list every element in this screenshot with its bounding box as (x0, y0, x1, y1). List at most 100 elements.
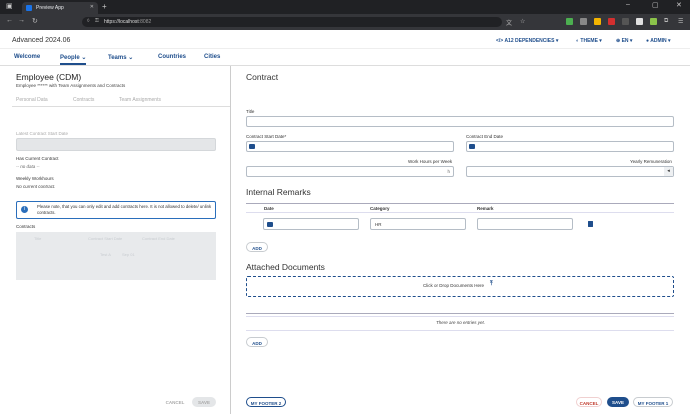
browser-chrome: ▣ Preview App ✕ + – ▢ ✕ ← → ↻ ◊ ⚿ https:… (0, 0, 690, 30)
remarks-header-remark: Remark (477, 206, 494, 211)
address-bar[interactable]: ◊ ⚿ https://localhost:8082 (82, 17, 502, 27)
drop-zone-text: Click or Drop Documents Here (423, 283, 485, 288)
table-header-start: Contract Start Date (88, 236, 123, 241)
main-nav: Welcome People ⌄ Teams ⌄ Countries Citie… (0, 49, 690, 66)
tab-personal-data[interactable]: Personal Data (16, 97, 48, 103)
nav-teams[interactable]: Teams ⌄ (108, 54, 133, 61)
nav-cities[interactable]: Cities (204, 54, 220, 60)
add-document-button[interactable]: ADD (246, 337, 268, 347)
browser-menu-icon[interactable]: ☰ (678, 18, 683, 25)
forward-icon[interactable]: → (18, 17, 25, 24)
tab-team-assignments[interactable]: Team Assignments (119, 97, 161, 103)
chevron-down-icon: ⌄ (128, 55, 134, 61)
close-tab-icon[interactable]: ✕ (90, 4, 94, 10)
user-menu[interactable]: ● ADMIN ▾ (646, 38, 671, 44)
start-date-label: Contract Start Date* (246, 134, 287, 139)
extension-icon[interactable] (594, 18, 601, 25)
extensions-icon[interactable]: ⧉ (664, 18, 668, 25)
latest-contract-field (16, 138, 216, 151)
remuneration-input[interactable]: ◂ (466, 166, 674, 177)
remarks-header-date: Date (264, 206, 274, 211)
has-current-label: Has Current Contract (16, 156, 59, 161)
end-date-input[interactable] (466, 141, 674, 152)
lock-icon: ⚿ (95, 18, 99, 24)
tab-contracts[interactable]: Contracts (73, 97, 94, 103)
new-tab-icon[interactable]: + (102, 2, 107, 11)
latest-contract-label: Latest Contract Start Date (16, 131, 69, 136)
info-box: i Please note, that you can only edit an… (16, 201, 216, 219)
dependencies-menu[interactable]: </> A12 DEPENDENCIES ▾ (496, 38, 558, 44)
hours-unit: h (447, 169, 450, 174)
extension-icon[interactable] (608, 18, 615, 25)
tabs-divider (12, 106, 230, 107)
trash-icon[interactable] (588, 221, 593, 227)
extension-icon[interactable] (622, 18, 629, 25)
contracts-table: Title Contract Start Date Contract End D… (16, 232, 216, 280)
calendar-icon[interactable] (249, 144, 255, 149)
table-header-title: Title (34, 236, 42, 241)
remarks-header-row: Date Category Remark (246, 203, 674, 213)
extension-icon[interactable] (580, 18, 587, 25)
title-input[interactable] (246, 116, 674, 127)
add-remark-button[interactable]: ADD (246, 242, 268, 252)
my-footer-2-button[interactable]: MY FOOTER 2 (246, 397, 286, 407)
end-date-label: Contract End Date (466, 134, 504, 139)
bookmark-star-icon[interactable]: ☆ (520, 18, 525, 25)
extension-icon[interactable] (650, 18, 657, 25)
app-header: Advanced 2024.06 </> A12 DEPENDENCIES ▾ … (0, 30, 690, 49)
url-host: https://localhost (104, 19, 139, 25)
maximize-icon[interactable]: ▢ (652, 1, 659, 9)
employee-subtitle: Employee ****** with Team Assignments an… (16, 83, 126, 88)
remark-text-input[interactable] (477, 218, 573, 230)
table-cell: Test A (100, 252, 111, 257)
documents-table-bottom (246, 330, 674, 331)
window-menu-icon[interactable]: ▣ (6, 2, 13, 10)
my-footer-1-button[interactable]: MY FOOTER 1 (633, 397, 673, 407)
remark-category-select[interactable]: HR (370, 218, 466, 230)
translate-icon[interactable]: 文 (506, 18, 512, 27)
calendar-icon[interactable] (469, 144, 475, 149)
documents-table-divider (246, 316, 674, 317)
drop-zone[interactable]: Click or Drop Documents Here ⤒ (246, 276, 674, 297)
hours-input[interactable]: h (246, 166, 454, 177)
remark-date-input[interactable] (263, 218, 359, 230)
title-label: Title (246, 109, 255, 114)
internal-remarks-title: Internal Remarks (246, 187, 311, 197)
extension-icon[interactable] (636, 18, 643, 25)
remarks-header-category: Category (370, 206, 390, 211)
table-cell: Sep 01 (122, 252, 135, 257)
employee-title: Employee (CDM) (16, 72, 82, 82)
remuneration-label: Yearly Remuneration (630, 159, 672, 164)
documents-table-header (246, 313, 674, 314)
info-icon: i (21, 206, 28, 213)
minimize-icon[interactable]: – (626, 1, 630, 8)
nav-countries[interactable]: Countries (158, 54, 186, 60)
contracts-label: Contracts (16, 224, 36, 229)
calendar-icon[interactable] (267, 222, 273, 227)
attached-documents-title: Attached Documents (246, 262, 325, 272)
contract-title: Contract (246, 72, 279, 82)
has-current-value: -- no data -- (16, 164, 40, 169)
employee-panel: Employee (CDM) Employee ****** with Team… (0, 66, 231, 414)
right-cancel-button[interactable]: CANCEL (576, 397, 602, 407)
nav-people[interactable]: People ⌄ (60, 54, 87, 65)
remark-category-value: HR (375, 221, 382, 227)
language-menu[interactable]: ⊕ EN ▾ (616, 38, 632, 44)
browser-tab[interactable]: Preview App ✕ (22, 2, 98, 14)
left-save-button[interactable]: SAVE (192, 397, 216, 407)
chevron-left-icon[interactable]: ◂ (664, 167, 673, 176)
shield-icon: ◊ (87, 18, 90, 24)
nav-welcome[interactable]: Welcome (14, 54, 40, 60)
back-icon[interactable]: ← (6, 17, 13, 24)
right-save-button[interactable]: SAVE (607, 397, 629, 407)
table-header-end: Contract End Date (142, 236, 175, 241)
app-title: Advanced 2024.06 (12, 37, 71, 44)
reload-icon[interactable]: ↻ (32, 17, 38, 25)
left-cancel-button[interactable]: CANCEL (162, 397, 188, 407)
extension-icon[interactable] (566, 18, 573, 25)
contract-panel: Contract Title Contract Start Date* Cont… (231, 66, 690, 414)
close-window-icon[interactable]: ✕ (676, 1, 682, 9)
hours-label: Work Hours per Week (408, 159, 453, 164)
theme-menu[interactable]: ◐ THEME ▾ (576, 38, 602, 44)
start-date-input[interactable] (246, 141, 454, 152)
